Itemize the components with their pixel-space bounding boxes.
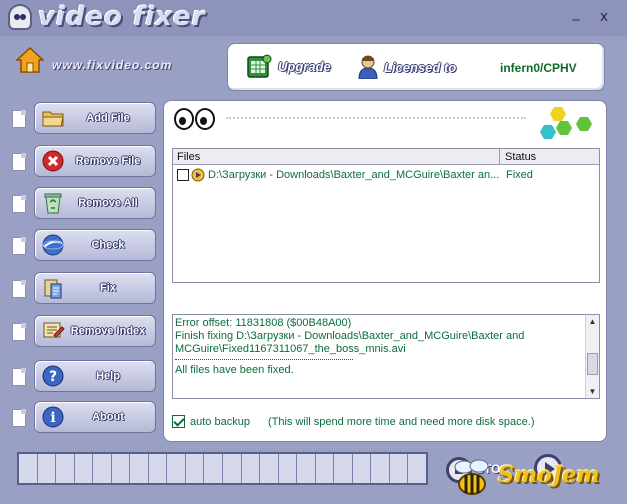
add-file-button[interactable]: Add File (34, 102, 156, 134)
hexagons-icon (540, 107, 592, 139)
action-area: STO SmoJem (438, 448, 627, 504)
app-title: video fixer (38, 2, 206, 32)
watermark-text: SmoJem (498, 462, 600, 488)
scroll-down-icon[interactable]: ▼ (588, 387, 597, 396)
remove-all-label: Remove All (78, 197, 138, 209)
title-bar: video fixer _ x (0, 0, 627, 36)
licensed-label: Licensed to (384, 59, 457, 75)
sidebar-item-remove-all: Remove All (10, 187, 156, 221)
sidebar-item-remove-index: Remove Index (10, 315, 156, 349)
remove-file-icon (42, 150, 64, 172)
auto-backup-checkbox[interactable] (172, 415, 185, 428)
log-output[interactable]: Error offset: 11831808 ($00B48A00) Finis… (172, 314, 600, 399)
check-icon (42, 234, 64, 256)
info-icon: i (42, 406, 64, 428)
sidebar-item-fix: Fix (10, 272, 156, 306)
file-cell: D:\Загрузки - Downloads\Baxter_and_MCGui… (173, 168, 500, 182)
row-checkbox[interactable] (177, 169, 189, 181)
log-line: Finish fixing D:\Загрузки - Downloads\Ba… (175, 330, 525, 355)
app-logo: video fixer (8, 2, 205, 32)
remove-file-label: Remove File (75, 155, 141, 167)
sidebar-item-check: Check (10, 229, 156, 263)
document-icon (12, 237, 26, 255)
user-icon (358, 55, 378, 79)
watermark: SmoJem (444, 448, 624, 504)
sidebar-item-remove-file: Remove File (10, 145, 156, 179)
remove-index-icon (43, 322, 65, 338)
document-icon (12, 409, 26, 427)
help-button[interactable]: ? Help (34, 360, 156, 392)
fix-label: Fix (100, 282, 116, 294)
progress-bar (17, 452, 428, 485)
help-icon: ? (42, 365, 64, 387)
column-header-status[interactable]: Status (500, 149, 599, 164)
main-panel: Files Status D:\Загрузки - Downloads\Bax… (163, 100, 607, 442)
sidebar-item-add-file: Add File (10, 102, 156, 136)
licensed-to: Licensed to (358, 55, 456, 79)
remove-all-button[interactable]: Remove All (34, 187, 156, 219)
svg-text:?: ? (49, 369, 57, 385)
sidebar-item-help: ? Help (10, 360, 156, 394)
check-label: Check (91, 239, 125, 251)
sidebar-item-about: i About (10, 401, 156, 435)
table-row[interactable]: D:\Загрузки - Downloads\Baxter_and_MCGui… (173, 165, 599, 185)
header-left: www.fixvideo.com (8, 40, 220, 92)
log-scrollbar[interactable]: ▲ ▼ (585, 315, 599, 398)
document-icon (12, 280, 26, 298)
file-list-header: Files Status (173, 149, 599, 165)
home-icon[interactable] (16, 46, 44, 74)
upgrade-icon (247, 54, 272, 78)
scroll-thumb[interactable] (587, 353, 598, 375)
document-icon (12, 110, 26, 128)
fix-icon (44, 279, 62, 299)
log-separator (175, 359, 353, 360)
close-button[interactable]: x (595, 8, 613, 26)
document-icon (12, 368, 26, 386)
file-status: Fixed (506, 169, 533, 181)
log-line: Error offset: 11831808 ($00B48A00) (175, 317, 352, 329)
bee-icon (454, 459, 489, 495)
scroll-up-icon[interactable]: ▲ (588, 317, 597, 326)
file-list[interactable]: Files Status D:\Загрузки - Downloads\Bax… (172, 148, 600, 283)
about-button[interactable]: i About (34, 401, 156, 433)
upgrade-label: Upgrade (278, 58, 331, 74)
file-path: D:\Загрузки - Downloads\Baxter_and_MCGui… (208, 169, 500, 181)
log-text: Error offset: 11831808 ($00B48A00) Finis… (175, 317, 585, 377)
log-line: All files have been fixed. (175, 364, 294, 376)
svg-text:i: i (50, 410, 55, 426)
remove-index-button[interactable]: Remove Index (34, 315, 156, 347)
recycle-bin-icon (44, 193, 62, 214)
site-url[interactable]: www.fixvideo.com (52, 58, 172, 72)
licensee-name: infern0/CPHV (500, 61, 577, 75)
auto-backup-note: (This will spend more time and need more… (267, 415, 535, 428)
remove-file-button[interactable]: Remove File (34, 145, 156, 177)
remove-index-label: Remove Index (70, 325, 146, 337)
folder-icon (42, 111, 64, 127)
auto-backup-label[interactable]: auto backup (190, 416, 250, 428)
help-label: Help (96, 370, 120, 382)
minimize-button[interactable]: _ (567, 4, 585, 22)
fix-button[interactable]: Fix (34, 272, 156, 304)
eyes-icon (174, 108, 216, 130)
divider (226, 117, 526, 119)
about-label: About (92, 411, 124, 423)
document-icon (12, 195, 26, 213)
license-panel: Upgrade Licensed to infern0/CPHV (227, 43, 605, 91)
document-icon (12, 323, 26, 341)
skull-icon (8, 4, 32, 30)
auto-backup-row: auto backup (This will spend more time a… (172, 415, 535, 428)
document-icon (12, 153, 26, 171)
upgrade-button[interactable]: Upgrade (246, 53, 331, 79)
video-file-icon (191, 168, 205, 182)
check-button[interactable]: Check (34, 229, 156, 261)
add-file-label: Add File (86, 112, 130, 124)
column-header-files[interactable]: Files (173, 149, 500, 164)
